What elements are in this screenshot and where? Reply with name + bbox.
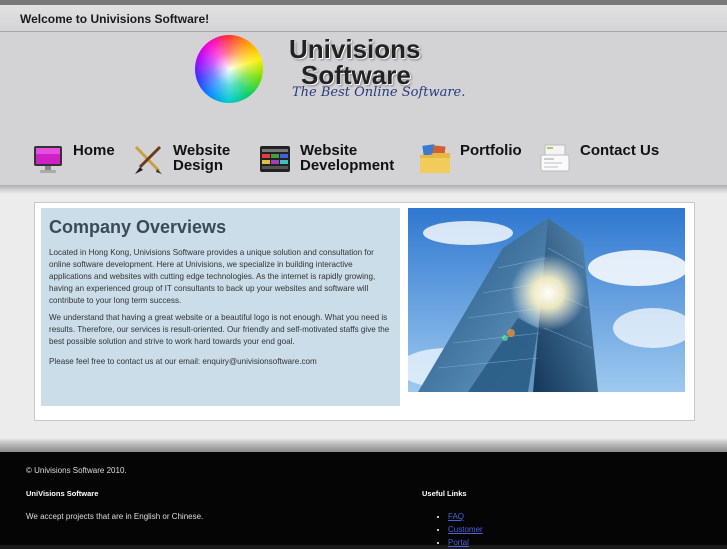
folder-photos-icon (420, 144, 450, 173)
color-wheel-logo-icon[interactable] (195, 35, 263, 103)
nav-item-website-design[interactable]: Website Design (132, 143, 237, 183)
copyright-text: © Univisions Software 2010. (26, 466, 127, 475)
nav-contact-us-label: Contact Us (580, 142, 660, 159)
footer-company-title: UniVisions Software (26, 489, 99, 498)
overview-paragraph-3: Please feel free to contact us at our em… (49, 357, 317, 366)
footer-links-title: Useful Links (422, 489, 467, 498)
link-portal[interactable]: Portal (448, 538, 469, 547)
nav-website-development-label-1: Website (300, 142, 358, 159)
building-photo (408, 208, 685, 392)
link-faq[interactable]: FAQ (448, 512, 464, 521)
header-separator (0, 185, 727, 194)
overview-title: Company Overviews (49, 217, 227, 237)
overview-paragraph-2: We understand that having a great websit… (49, 313, 390, 347)
useful-links-list: FAQ Customer Portal (438, 510, 483, 549)
top-bar: Welcome to Univisions Software! (0, 0, 727, 32)
paintbrush-pencil-icon (134, 145, 162, 174)
list-item: Customer (448, 523, 483, 536)
logo-tagline: The Best Online Software. (292, 85, 466, 100)
site-header: Univisions Software The Best Online Soft… (0, 32, 727, 185)
welcome-text: Welcome to Univisions Software! (20, 12, 210, 26)
site-footer: © Univisions Software 2010. UniVisions S… (0, 452, 727, 547)
nav-website-development-label-2: Development (300, 157, 395, 174)
list-item: FAQ (448, 510, 483, 523)
nav-website-design-label-2: Design (173, 157, 224, 174)
nav-item-website-development[interactable]: Website Development (259, 143, 399, 183)
nav-item-portfolio[interactable]: Portfolio (419, 142, 522, 183)
code-window-icon (260, 146, 290, 172)
overview-paragraph-1: Located in Hong Kong, Univisions Softwar… (49, 248, 376, 306)
nav-website-design-label-1: Website (173, 142, 231, 159)
link-customer[interactable]: Customer (448, 525, 483, 534)
nav-portfolio-label: Portfolio (460, 142, 522, 159)
nav-item-home[interactable]: Home (32, 143, 120, 183)
nav-item-contact-us[interactable]: Contact Us (539, 143, 659, 183)
nav-home-label: Home (73, 142, 115, 159)
monitor-icon (34, 146, 62, 173)
list-item: Portal (448, 536, 483, 549)
footer-separator (0, 438, 727, 452)
footer-company-text: We accept projects that are in English o… (26, 512, 204, 521)
address-card-icon (540, 144, 570, 172)
